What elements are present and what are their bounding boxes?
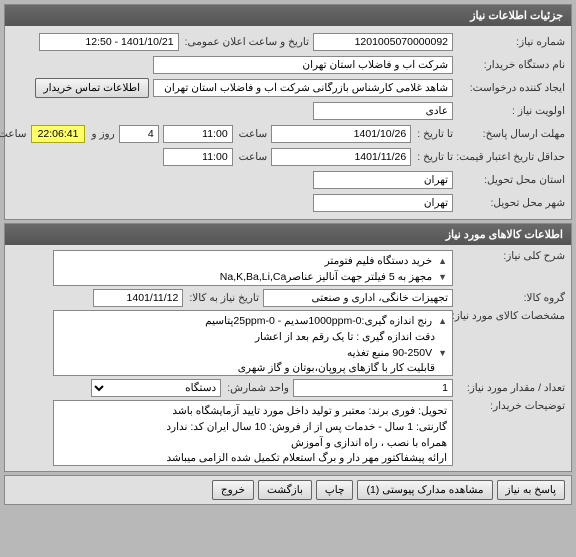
spec-line4: قابلیت کار با گازهای پروپان،بوتان و گاز … <box>238 362 447 374</box>
days-and-label: روز و <box>89 128 114 140</box>
deadline-label: مهلت ارسال پاسخ: <box>457 128 565 140</box>
reply-button[interactable]: پاسخ به نیاز <box>497 480 565 500</box>
priority-label: اولویت نیاز : <box>457 105 565 117</box>
notes-line3: همراه با نصب ، راه اندازی و آموزش <box>59 436 447 452</box>
creator-label: ایجاد کننده درخواست: <box>457 82 565 94</box>
unit-label: واحد شمارش: <box>225 382 289 394</box>
validity-date-field[interactable] <box>271 148 411 166</box>
spec-chevron-up-icon[interactable]: ▲ <box>435 315 447 329</box>
remain-label: ساعت باقی مانده <box>0 128 27 140</box>
print-button[interactable]: چاپ <box>316 480 354 500</box>
view-docs-button[interactable]: مشاهده مدارک پیوستی (1) <box>357 480 492 500</box>
need-no-field[interactable] <box>313 33 453 51</box>
footer-bar: پاسخ به نیاز مشاهده مدارک پیوستی (1) چاپ… <box>4 475 572 505</box>
to-date-label: تا تاریخ : <box>415 128 453 140</box>
notes-textarea[interactable]: تحویل: فوری برند: معتبر و تولید داخل مور… <box>53 400 453 466</box>
back-button[interactable]: بازگشت <box>258 480 312 500</box>
validity-time-label: ساعت <box>237 151 268 163</box>
need-date-field[interactable] <box>93 289 183 307</box>
need-date-label: تاریخ نیاز به کالا: <box>187 292 259 304</box>
buyer-label: نام دستگاه خریدار: <box>457 59 565 71</box>
goods-header: اطلاعات کالاهای مورد نیاز <box>5 224 571 245</box>
deadline-time-field[interactable] <box>163 125 233 143</box>
province-label: استان محل تحویل: <box>457 174 565 186</box>
city-field[interactable] <box>313 194 453 212</box>
deadline-date-field[interactable] <box>271 125 411 143</box>
desc-textarea[interactable]: ▲ خرید دستگاه فلیم فتومتر ▼ مجهز به 5 فی… <box>53 250 453 286</box>
buyer-field[interactable] <box>153 56 453 74</box>
buyer-contact-button[interactable]: اطلاعات تماس خریدار <box>35 78 149 98</box>
qty-field[interactable] <box>293 379 453 397</box>
announce-label: تاریخ و ساعت اعلان عمومی: <box>183 36 309 48</box>
spec-line1: رنج اندازه گیری:1000ppm-0سدیم - 25ppm-0پ… <box>205 315 432 327</box>
need-details-body: شماره نیاز: تاریخ و ساعت اعلان عمومی: نا… <box>5 26 571 219</box>
need-details-panel: جزئیات اطلاعات نیاز شماره نیاز: تاریخ و … <box>4 4 572 220</box>
validity-to-label: تا تاریخ : <box>415 151 453 163</box>
desc-line1: خرید دستگاه فلیم فتومتر <box>325 255 432 267</box>
unit-select[interactable]: دستگاه <box>91 379 221 397</box>
chevron-up-icon[interactable]: ▲ <box>435 255 447 269</box>
notes-line1: تحویل: فوری برند: معتبر و تولید داخل مور… <box>59 404 447 420</box>
notes-line2: گارنتی: 1 سال - خدمات پس از از فروش: 10 … <box>59 420 447 436</box>
validity-label: حداقل تاریخ اعتبار قیمت: <box>457 151 565 163</box>
spec-textarea[interactable]: ▲ رنج اندازه گیری:1000ppm-0سدیم - 25ppm-… <box>53 310 453 376</box>
exit-button[interactable]: خروج <box>212 480 254 500</box>
chevron-down-icon[interactable]: ▼ <box>435 271 447 285</box>
spec-chevron-down-icon[interactable]: ▼ <box>435 347 447 361</box>
spec-line3: 90-250V منبع تغذیه <box>347 347 432 359</box>
validity-time-field[interactable] <box>163 148 233 166</box>
need-no-label: شماره نیاز: <box>457 36 565 48</box>
goods-body: شرح کلی نیاز: ▲ خرید دستگاه فلیم فتومتر … <box>5 245 571 471</box>
notes-line4: ارائه پیشفاکتور مهر دار و برگ استعلام تک… <box>59 451 447 466</box>
creator-field[interactable] <box>153 79 453 97</box>
announce-field[interactable] <box>39 33 179 51</box>
priority-field[interactable] <box>313 102 453 120</box>
deadline-time-label: ساعت <box>237 128 268 140</box>
spec-line2: دقت اندازه گیری : تا یک رقم بعد از اعشار <box>255 331 447 343</box>
group-field[interactable] <box>263 289 453 307</box>
qty-label: تعداد / مقدار مورد نیاز: <box>457 382 565 394</box>
spec-label: مشخصات کالای مورد نیاز: <box>457 310 565 322</box>
days-remaining-field[interactable] <box>119 125 159 143</box>
goods-panel: اطلاعات کالاهای مورد نیاز شرح کلی نیاز: … <box>4 223 572 472</box>
desc-line2: مجهز به 5 فیلتر جهت آنالیز عناصرNa,K,Ba,… <box>220 271 432 283</box>
notes-label: توضیحات خریدار: <box>457 400 565 412</box>
countdown-badge: 22:06:41 <box>31 125 86 143</box>
desc-label: شرح کلی نیاز: <box>457 250 565 262</box>
group-label: گروه کالا: <box>457 292 565 304</box>
province-field[interactable] <box>313 171 453 189</box>
city-label: شهر محل تحویل: <box>457 197 565 209</box>
need-details-header: جزئیات اطلاعات نیاز <box>5 5 571 26</box>
